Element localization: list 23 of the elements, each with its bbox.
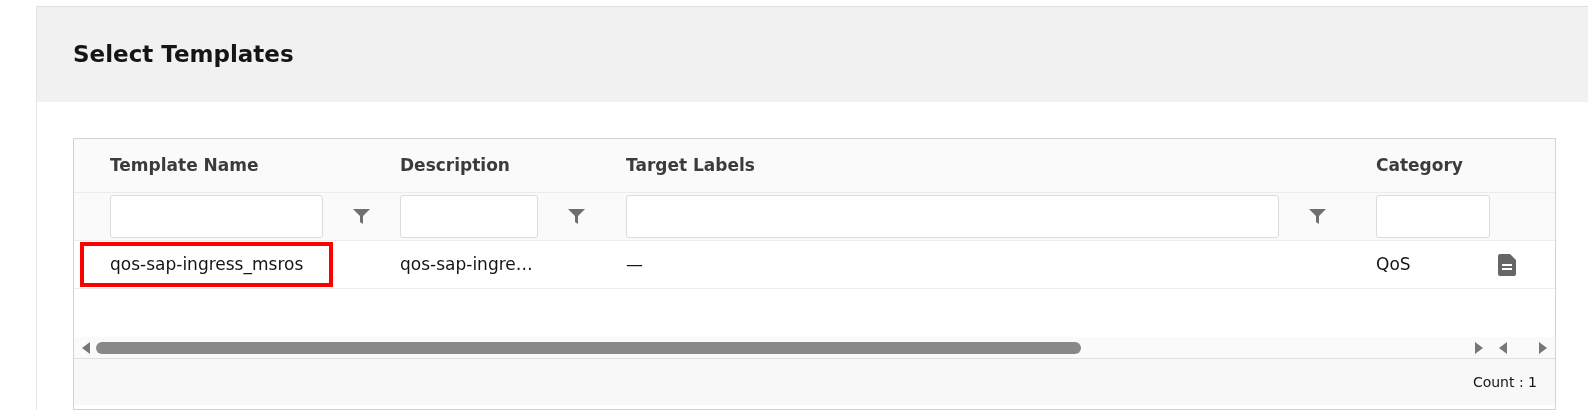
horizontal-scrollbar[interactable] (74, 337, 1555, 359)
filter-icon[interactable] (1309, 208, 1326, 225)
page-title: Select Templates (73, 40, 294, 69)
filter-field[interactable] (110, 195, 323, 238)
scroll-left-icon[interactable] (1499, 341, 1507, 354)
column-header[interactable]: Template Name (110, 154, 259, 175)
scroll-right-icon[interactable] (1475, 341, 1483, 354)
column-header[interactable]: Category (1376, 154, 1463, 175)
column-header[interactable]: Description (400, 154, 510, 175)
scroll-left-icon[interactable] (82, 341, 90, 354)
filter-icon[interactable] (568, 208, 585, 225)
table-cell: qos-sap-ingre… (400, 253, 533, 274)
filter-field[interactable] (400, 195, 538, 238)
document-icon[interactable] (1498, 253, 1516, 276)
table-cell: QoS (1376, 253, 1411, 274)
table-cell: — (626, 253, 643, 274)
filter-field[interactable] (1376, 195, 1490, 238)
column-header[interactable]: Target Labels (626, 154, 755, 175)
count-label: Count : 1 (1472, 372, 1537, 392)
scroll-right-icon[interactable] (1539, 341, 1547, 354)
scroll-thumb[interactable] (96, 341, 1081, 354)
filter-icon[interactable] (353, 208, 370, 225)
filter-field[interactable] (626, 195, 1279, 238)
